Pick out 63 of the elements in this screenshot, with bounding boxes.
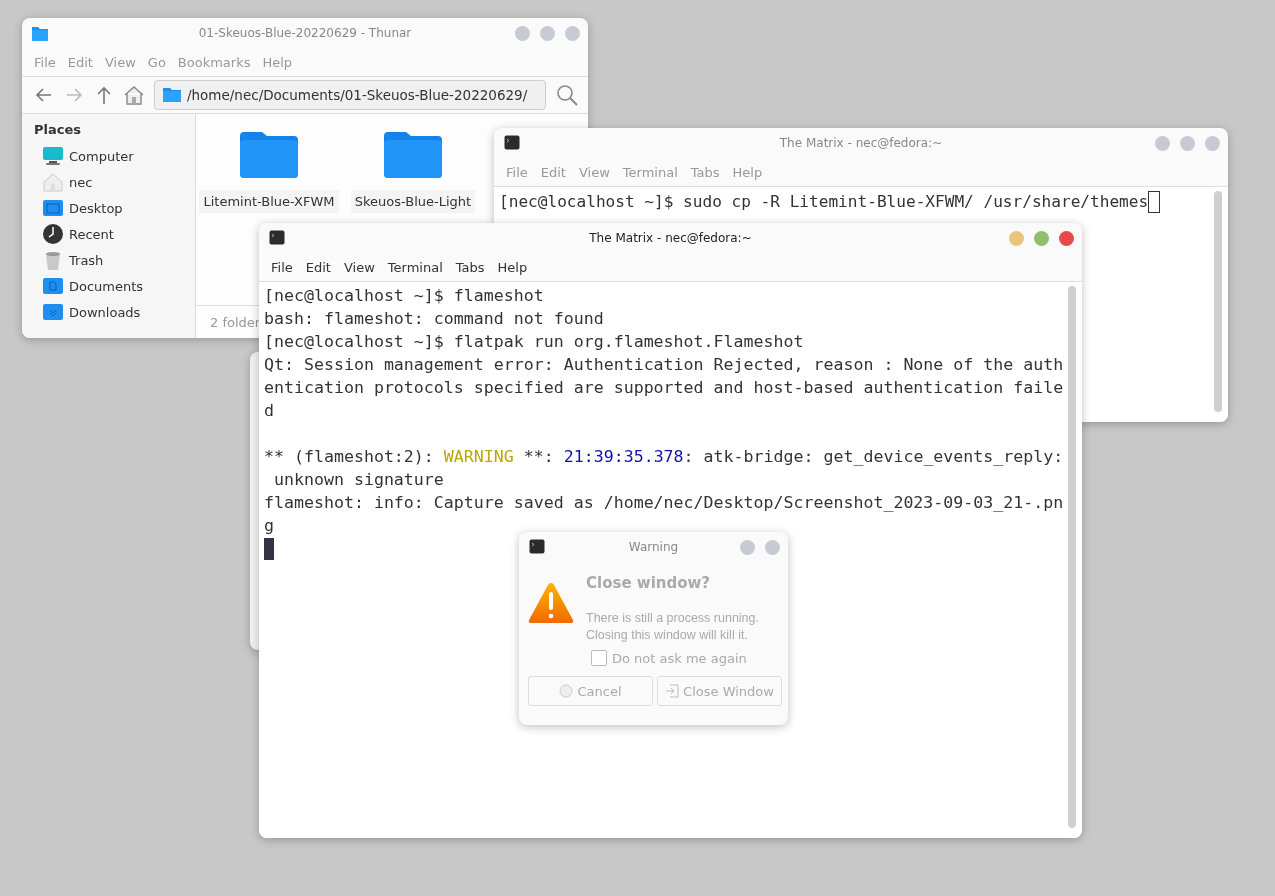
terminal-line: [nec@localhost ~]$ sudo cp -R Litemint-Blue-XFWM/ /usr/share/themes: [499, 191, 1149, 213]
sidebar-item[interactable]: Recent: [34, 221, 195, 247]
terminal-line: entication protocols specified are supported and host-based authentication faile: [264, 377, 1064, 399]
maximize-button[interactable]: [740, 539, 755, 555]
menu-item[interactable]: Edit: [299, 259, 338, 275]
folder-icon: [42, 301, 64, 323]
house-icon: [42, 171, 64, 193]
minimize-button[interactable]: [1155, 135, 1170, 151]
terminal-icon: [529, 539, 545, 555]
terminal-line: d: [264, 400, 274, 422]
maximize-button[interactable]: [540, 25, 555, 41]
terminal-line: flameshot: info: Capture saved as /home/nec/Desktop/Screenshot_2023-09-03_21-.pn: [264, 492, 1064, 514]
menu-item[interactable]: Terminal: [381, 259, 450, 275]
scrollbar[interactable]: [1068, 286, 1076, 828]
terminal-icon: [504, 135, 520, 151]
folder-icon: [163, 87, 181, 103]
minimize-button[interactable]: [515, 25, 530, 41]
folder-icon: [42, 275, 64, 297]
menu-item[interactable]: File: [265, 259, 300, 275]
menu-item[interactable]: Tabs: [449, 259, 492, 275]
window-title: The Matrix - nec@fedora:~: [779, 136, 943, 150]
search-icon: [555, 83, 579, 107]
terminal-line: unknown signature: [273, 469, 444, 491]
file-name[interactable]: Litemint-Blue-XFWM: [199, 190, 339, 213]
home-icon: [123, 84, 145, 106]
exit-icon: [665, 684, 680, 698]
menu-item[interactable]: Help: [491, 259, 535, 275]
folder-icon: [240, 132, 298, 178]
close-button[interactable]: [1205, 135, 1220, 151]
dialog-message: There is still a process running. Closing this window will kill it.: [586, 610, 760, 644]
scrollbar[interactable]: [1214, 191, 1222, 412]
minimize-button[interactable]: [1009, 230, 1024, 246]
maximize-button[interactable]: [1180, 135, 1195, 151]
monitor-icon: [42, 145, 64, 167]
clock-icon: [42, 223, 64, 245]
window-title: 01-Skeuos-Blue-20220629 - Thunar: [198, 26, 412, 40]
close-button[interactable]: [1059, 230, 1074, 246]
folder-icon: [384, 132, 442, 178]
sidebar-item[interactable]: Computer: [34, 143, 195, 169]
maximize-button[interactable]: [1034, 230, 1049, 246]
terminal-line: [nec@localhost ~]$ flameshot: [264, 285, 544, 307]
terminal-line: Qt: Session management error: Authentication Rejected, reason : None of the auth: [264, 354, 1064, 376]
window-title: The Matrix - nec@fedora:~: [589, 231, 752, 245]
circle-icon: [559, 684, 574, 698]
dialog-heading: Close window?: [586, 574, 712, 592]
folder-icon: [32, 25, 48, 41]
sidebar-item[interactable]: Documents: [34, 273, 195, 299]
sidebar-item[interactable]: Downloads: [34, 299, 195, 325]
close-button[interactable]: [565, 25, 580, 41]
folder-icon: [42, 197, 64, 219]
sidebar-item[interactable]: Desktop: [34, 195, 195, 221]
terminal-line: ** (flameshot:2): WARNING **: 21:39:35.378: atk-bridge: get_device_events_reply:: [264, 446, 1064, 468]
sidebar-item[interactable]: Trash: [34, 247, 195, 273]
sidebar-item[interactable]: nec: [34, 169, 195, 195]
location-field[interactable]: /home/nec/Documents/01-Skeuos-Blue-20220629/: [154, 80, 546, 110]
terminal-icon: [269, 230, 285, 246]
file-name[interactable]: Skeuos-Blue-Light: [350, 190, 476, 213]
warning-icon: [528, 582, 574, 624]
close-button[interactable]: [765, 539, 780, 555]
sidebar-heading: Places: [34, 122, 83, 137]
window-title: Warning: [628, 540, 679, 554]
terminal-line: g: [264, 515, 274, 537]
menu-item[interactable]: View: [337, 259, 382, 275]
